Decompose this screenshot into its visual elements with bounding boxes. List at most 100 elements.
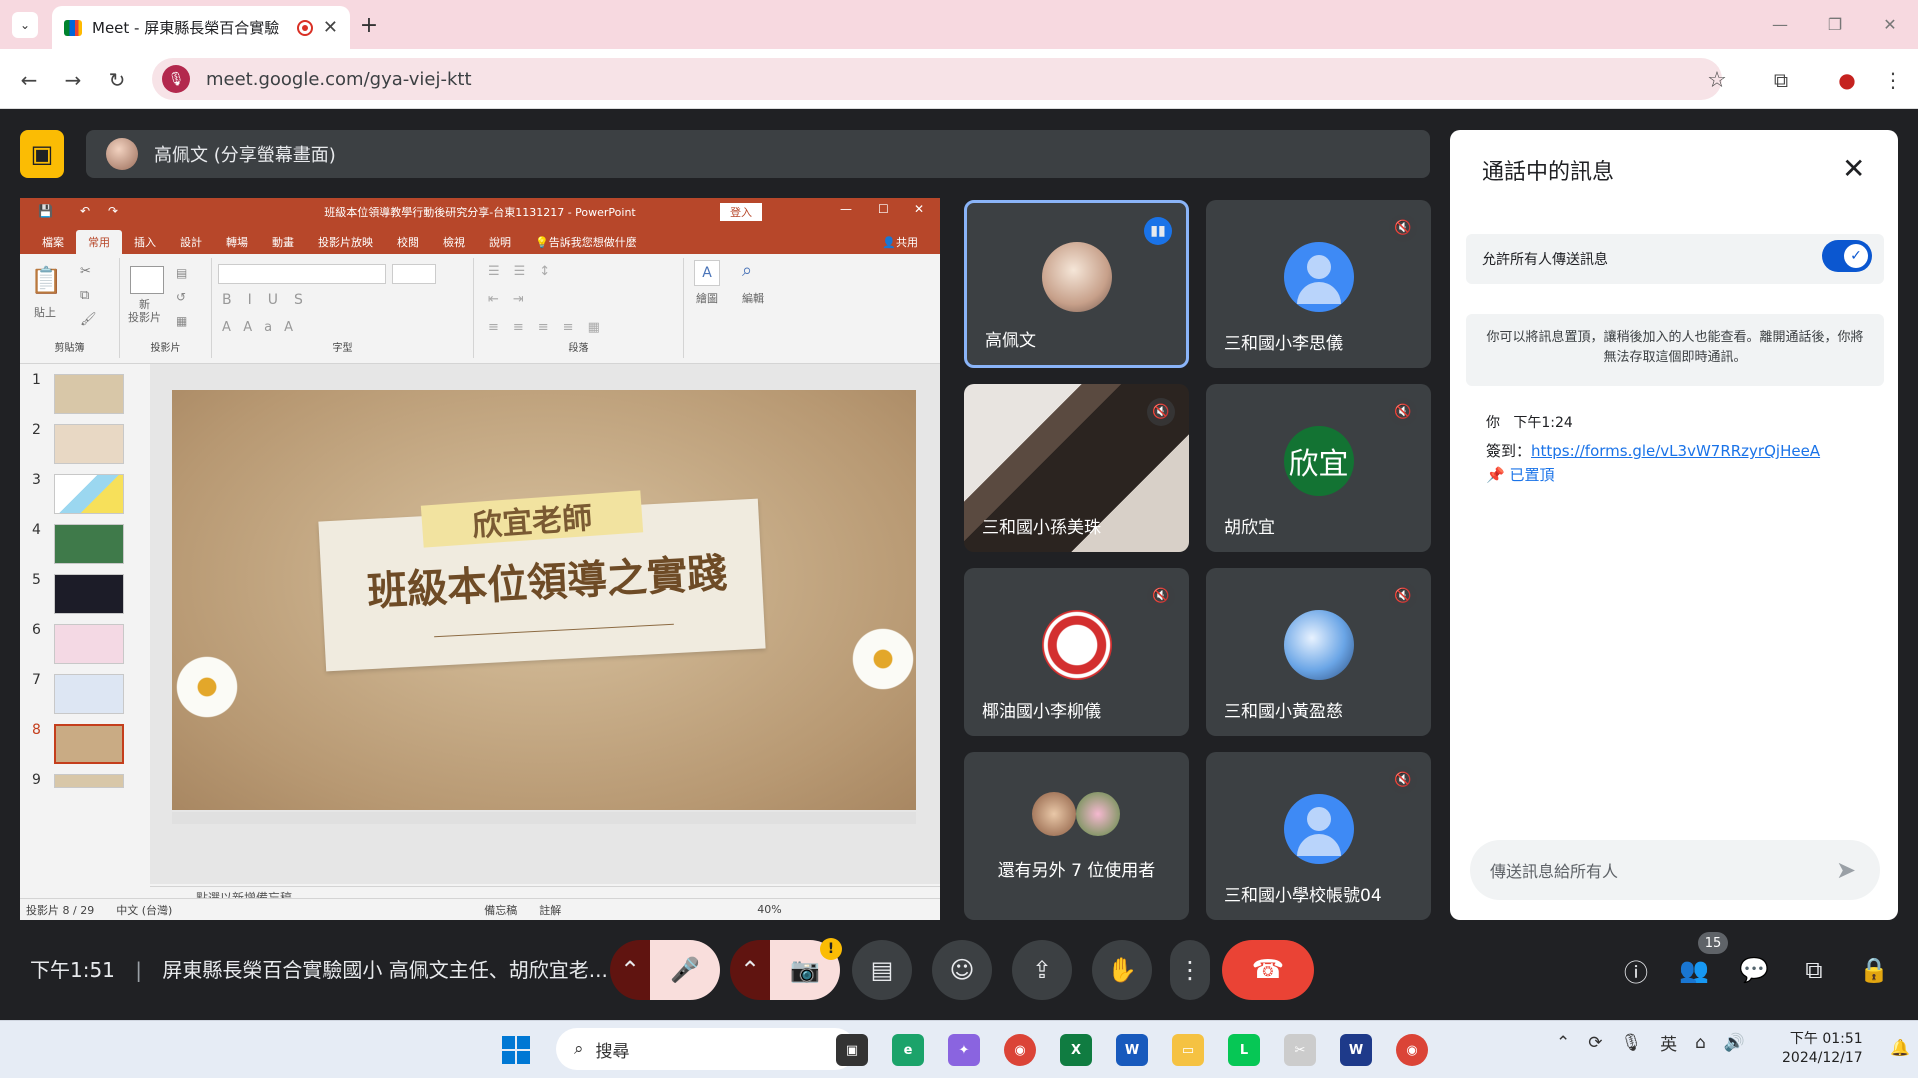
browser-tab-meet[interactable]: Meet - 屏東縣長榮百合實驗 ✕ [52, 6, 350, 49]
microphone-in-use-icon[interactable]: 🎙 [162, 65, 190, 93]
slide-thumbnail-6[interactable] [54, 624, 124, 664]
find-icon[interactable]: ⌕ [742, 260, 752, 281]
font-size-select[interactable] [392, 264, 436, 284]
browser-menu-icon[interactable]: ⋮ [1878, 65, 1908, 95]
ppt-save-icon[interactable]: 💾 [38, 204, 53, 218]
new-slide-label[interactable]: 新 投影片 [128, 298, 161, 324]
chrome-profile-icon[interactable]: ◉ [1396, 1034, 1428, 1066]
ppt-tab-transitions[interactable]: 轉場 [214, 230, 260, 254]
participant-tile[interactable]: 🔇 三和國小李思儀 [1206, 200, 1431, 368]
new-slide-icon[interactable] [130, 266, 164, 294]
cut-icon[interactable]: ✂ [80, 264, 91, 279]
raise-hand-button[interactable]: ✋ [1092, 940, 1152, 1000]
slide-thumbnail-7[interactable] [54, 674, 124, 714]
microphone-tray-icon[interactable]: 🎙 [1621, 1033, 1643, 1053]
ppt-maximize-icon[interactable]: ☐ [878, 202, 889, 216]
sync-icon[interactable]: ⟳ [1588, 1033, 1602, 1053]
extensions-icon[interactable]: ⧉ [1766, 65, 1796, 95]
network-icon[interactable]: ⌂ [1695, 1033, 1706, 1053]
current-slide[interactable]: 欣宜老師 班級本位領導之實踐 [172, 390, 916, 810]
paste-label[interactable]: 貼上 [34, 304, 56, 320]
notifications-icon[interactable]: 🔔 [1890, 1038, 1910, 1057]
ppt-minimize-icon[interactable]: — [840, 202, 852, 216]
ppt-tab-home[interactable]: 常用 [76, 230, 122, 254]
font-name-select[interactable] [218, 264, 386, 284]
font-format-buttons[interactable]: BIUS [222, 292, 319, 308]
restore-window-icon[interactable]: ❐ [1815, 8, 1855, 40]
slide-horizontal-scrollbar[interactable] [172, 812, 916, 824]
drawing-icon[interactable]: A [694, 260, 720, 286]
ppt-close-icon[interactable]: ✕ [914, 202, 924, 216]
slide-thumbnail-1[interactable] [54, 374, 124, 414]
message-link[interactable]: https://forms.gle/vL3vW7RRzyrQjHeeA [1531, 442, 1820, 460]
indent-buttons[interactable]: ⇤⇥ [488, 292, 538, 307]
chrome-icon[interactable]: ◉ [1004, 1034, 1036, 1066]
file-explorer-icon[interactable]: ▭ [1172, 1034, 1204, 1066]
participant-tile[interactable]: 欣宜 🔇 胡欣宜 [1206, 384, 1431, 552]
participant-tile[interactable]: 🔇 三和國小黃盈慈 [1206, 568, 1431, 736]
editing-label[interactable]: 編輯 [742, 290, 764, 306]
ppt-share-button[interactable]: 👤共用 [870, 230, 930, 254]
leave-call-button[interactable]: ☎ [1222, 940, 1314, 1000]
status-zoom[interactable]: 40% [757, 903, 781, 916]
line-icon[interactable]: L [1228, 1034, 1260, 1066]
drawing-label[interactable]: 繪圖 [696, 290, 718, 306]
profile-icon[interactable]: ● [1832, 65, 1862, 95]
slide-thumbnail-4[interactable] [54, 524, 124, 564]
present-screen-button[interactable]: ⇪ [1012, 940, 1072, 1000]
ppt-tab-review[interactable]: 校閱 [385, 230, 431, 254]
ppt-tab-file[interactable]: 檔案 [30, 230, 76, 254]
close-icon[interactable]: ✕ [1842, 152, 1865, 185]
participant-tile[interactable]: 🔇 三和國小孫美珠 [964, 384, 1189, 552]
pinned-indicator[interactable]: 📌 已置頂 [1486, 464, 1554, 485]
tab-close-icon[interactable]: ✕ [323, 17, 338, 38]
reset-icon[interactable]: ↺ [176, 290, 186, 304]
ppt-tab-animations[interactable]: 動畫 [260, 230, 306, 254]
copilot-icon[interactable]: ✦ [948, 1034, 980, 1066]
slide-thumbnail-2[interactable] [54, 424, 124, 464]
slide-thumbnail-5[interactable] [54, 574, 124, 614]
ppt-tab-help[interactable]: 說明 [477, 230, 523, 254]
slide-thumbnail-9[interactable] [54, 774, 124, 788]
list-buttons[interactable]: ☰☰↕ [488, 264, 564, 279]
section-icon[interactable]: ▦ [176, 314, 187, 328]
participant-tile[interactable]: 🔇 三和國小學校帳號04 [1206, 752, 1431, 920]
tray-overflow-icon[interactable]: ⌃ [1556, 1033, 1570, 1053]
ppt-tell-me[interactable]: 💡告訴我您想做什麼 [523, 230, 649, 254]
host-controls-icon[interactable]: 🔒 [1856, 952, 1892, 988]
ppt-login-button[interactable]: 登入 [720, 203, 762, 221]
taskbar-search[interactable]: ⌕ 搜尋 [556, 1028, 856, 1070]
address-bar[interactable]: 🎙 meet.google.com/gya-viej-ktt [152, 58, 1722, 100]
meeting-details-icon[interactable]: ⓘ [1618, 952, 1654, 988]
snipping-tool-icon[interactable]: ✂ [1284, 1034, 1316, 1066]
edge-icon[interactable]: e [892, 1034, 924, 1066]
send-icon[interactable]: ➤ [1836, 856, 1856, 884]
paste-icon[interactable]: 📋 [30, 266, 62, 296]
ppt-tab-insert[interactable]: 插入 [122, 230, 168, 254]
slide-thumbnail-8-active[interactable] [54, 724, 124, 764]
start-button[interactable] [502, 1036, 530, 1064]
tab-search-dropdown-icon[interactable]: ⌄ [12, 12, 38, 38]
webex-icon[interactable]: W [1340, 1034, 1372, 1066]
chat-message-input[interactable]: 傳送訊息給所有人 [1470, 840, 1880, 900]
more-participants-tile[interactable]: 還有另外 7 位使用者 [964, 752, 1189, 920]
forward-icon[interactable]: → [58, 65, 88, 95]
new-tab-button[interactable]: + [354, 10, 384, 40]
activities-icon[interactable]: ⧉ [1796, 952, 1832, 988]
bookmark-star-icon[interactable]: ☆ [1702, 65, 1732, 95]
people-icon[interactable]: 👥 [1676, 952, 1712, 988]
ppt-tab-slideshow[interactable]: 投影片放映 [306, 230, 385, 254]
captions-button[interactable]: ▤ [852, 940, 912, 1000]
copy-icon[interactable]: ⧉ [80, 288, 89, 303]
stop-presenting-icon[interactable]: ▣ [20, 130, 64, 178]
participant-tile[interactable]: 🔇 椰油國小李柳儀 [964, 568, 1189, 736]
ppt-undo-icon[interactable]: ↶ [80, 204, 90, 218]
chat-icon[interactable]: 💬 [1736, 952, 1772, 988]
ime-indicator[interactable]: 英 [1660, 1030, 1677, 1055]
status-notes-button[interactable]: 備忘稿 [484, 902, 517, 918]
close-window-icon[interactable]: ✕ [1870, 8, 1910, 40]
taskbar-clock[interactable]: 下午 01:51 2024/12/17 [1782, 1030, 1863, 1068]
participant-tile[interactable]: ▮▮ 高佩文 [964, 200, 1189, 368]
slide-thumbnail-3[interactable] [54, 474, 124, 514]
ppt-redo-icon[interactable]: ↷ [108, 204, 118, 218]
